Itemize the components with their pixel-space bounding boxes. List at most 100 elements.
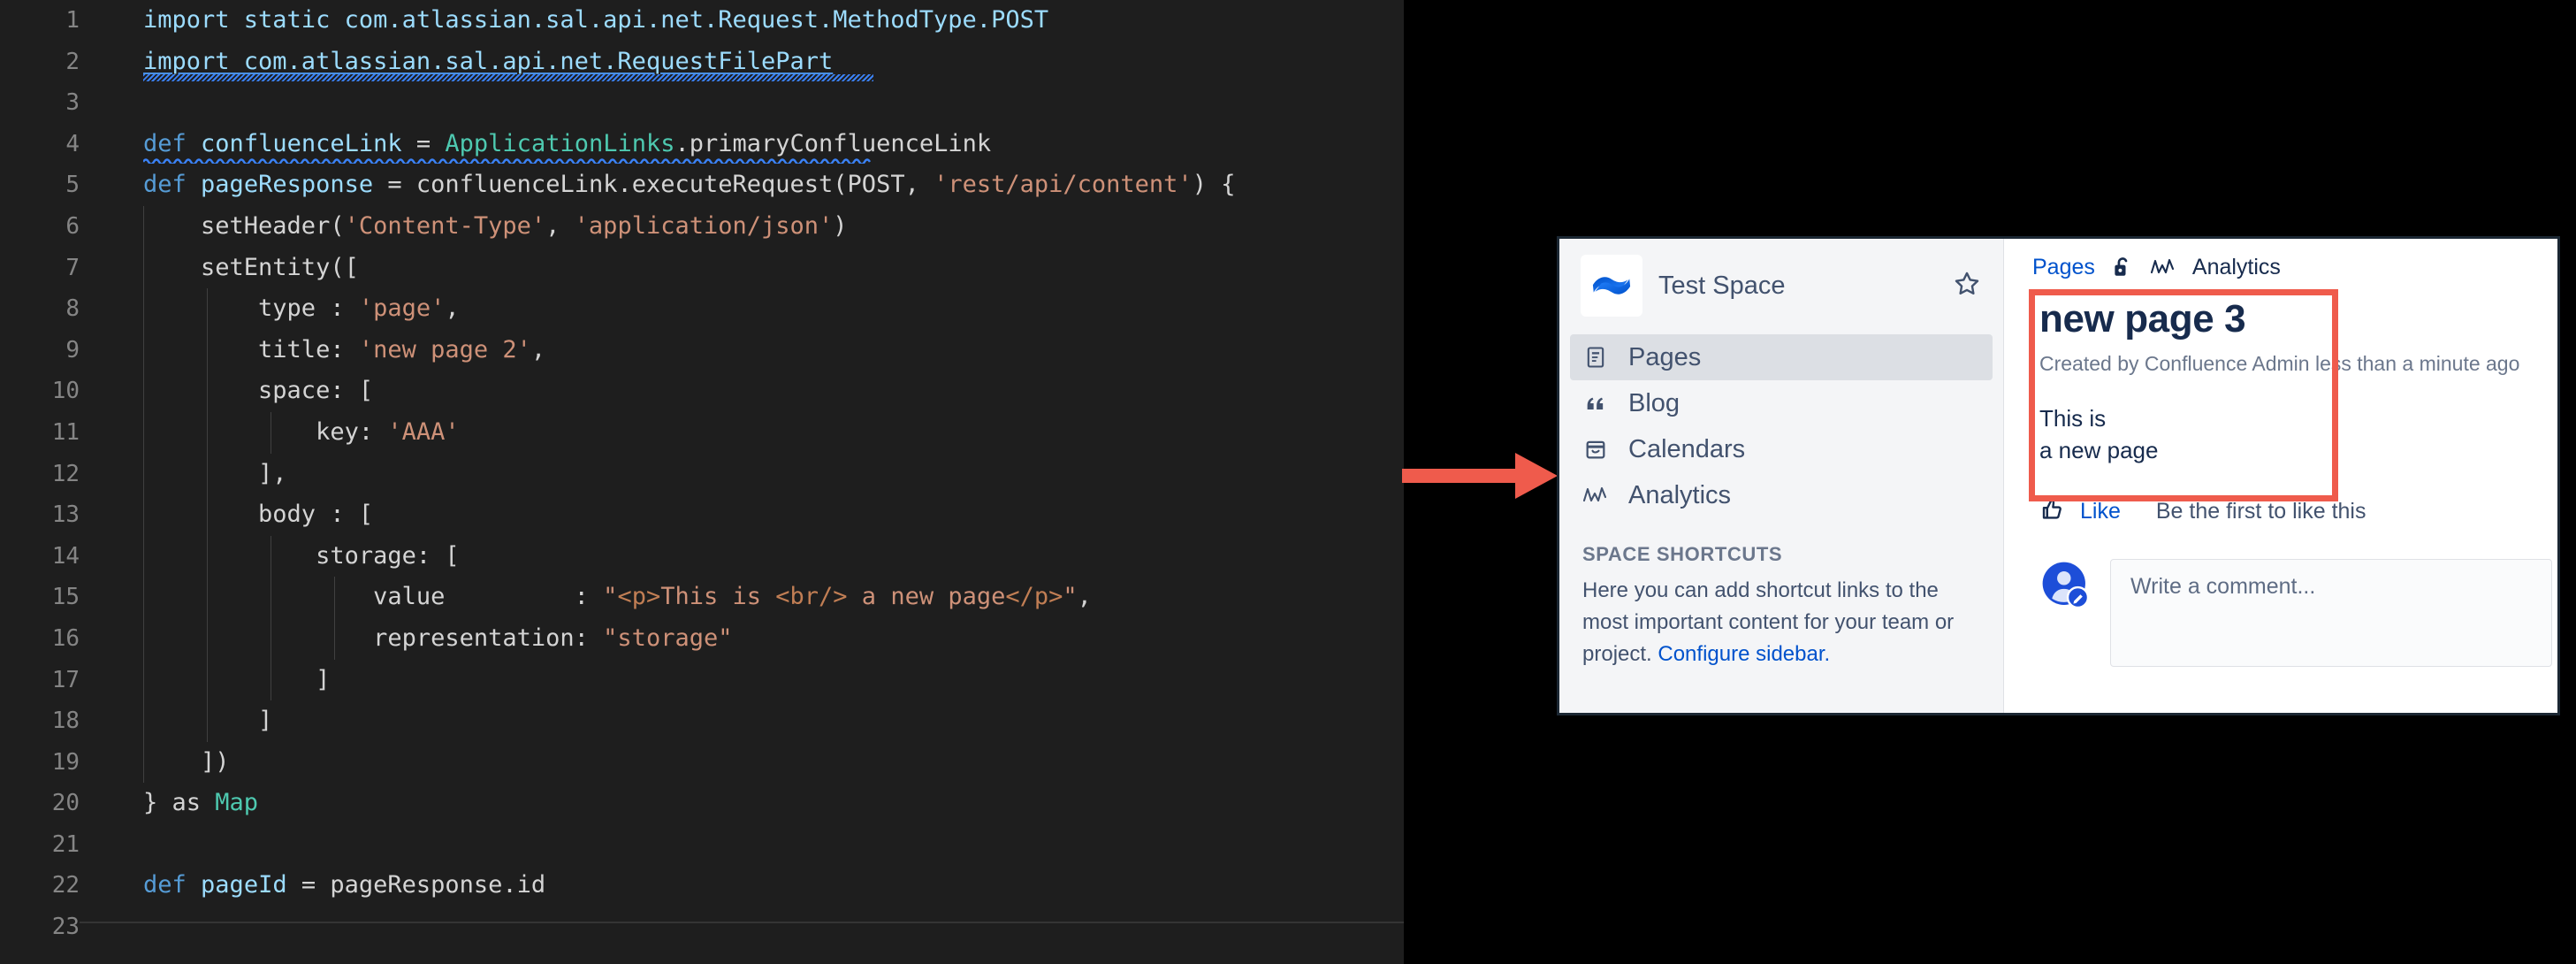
code-line-text[interactable]: } as Map [80,783,1404,824]
thumbs-up-icon[interactable] [2039,496,2066,527]
code-line-text[interactable]: body : [ [80,494,1404,536]
code-line[interactable]: 6 setHeader('Content-Type', 'application… [0,205,1404,248]
code-line-text[interactable]: ], [80,453,1404,495]
like-button-label[interactable]: Like [2080,499,2121,524]
code-editor[interactable]: 1 import static com.atlassian.sal.api.ne… [0,0,1404,964]
code-line-text[interactable]: representation: "storage" [80,617,1404,660]
code-line-text[interactable]: def confluenceLink = ApplicationLinks.pr… [80,124,1404,165]
code-line-text[interactable]: import static com.atlassian.sal.api.net.… [80,0,1404,42]
code-line-text[interactable]: def pageId = pageResponse.id [80,865,1404,907]
code-line-text[interactable]: type : 'page', [80,288,1404,330]
code-line[interactable]: 23 [0,907,1404,948]
line-number: 17 [51,666,80,693]
breadcrumb: Pages Analytics [2032,251,2557,283]
code-line-text[interactable]: key: 'AAA' [80,411,1404,454]
code-line-text[interactable]: storage: [ [80,535,1404,578]
calendar-icon [1582,436,1609,463]
code-line-text[interactable]: ]) [80,741,1404,784]
code-line[interactable]: 15 value : "<p>This is <br/> a new page<… [0,577,1404,618]
page-title: new page 3 [2039,297,2246,340]
indent-guide [207,659,208,701]
breadcrumb-analytics-link[interactable]: Analytics [2192,255,2281,280]
code-line[interactable]: 16 representation: "storage" [0,617,1404,660]
configure-sidebar-link[interactable]: Configure sidebar. [1658,642,1830,666]
comment-input[interactable]: Write a comment... [2110,559,2552,667]
indent-guide [143,494,144,536]
code-line-text[interactable]: value : "<p>This is <br/> a new page</p>… [80,577,1404,618]
line-number: 23 [51,914,80,941]
line-number: 5 [65,172,80,199]
code-line-text[interactable]: space: [ [80,371,1404,412]
line-number: 4 [65,130,80,157]
editor-active-line-divider [80,922,1404,923]
sidebar-item-analytics[interactable]: Analytics [1570,472,1993,518]
line-number: 9 [65,336,80,363]
user-avatar-edit-icon[interactable] [2039,559,2091,615]
code-line[interactable]: 8 type : 'page', [0,288,1404,330]
code-line[interactable]: 5 def pageResponse = confluenceLink.exec… [0,164,1404,206]
code-line[interactable]: 1 import static com.atlassian.sal.api.ne… [0,0,1404,42]
code-line[interactable]: 18 ] [0,700,1404,742]
sidebar-item-label: Analytics [1628,480,1732,509]
code-line-text[interactable]: title: 'new page 2', [80,329,1404,371]
analytics-icon [1582,482,1609,509]
code-line[interactable]: 12 ], [0,453,1404,495]
indent-guide [143,659,144,701]
line-number: 12 [51,460,80,487]
code-line[interactable]: 7 setEntity([ [0,247,1404,289]
code-line[interactable]: 22 def pageId = pageResponse.id [0,865,1404,907]
indent-guide [334,617,335,660]
code-line[interactable]: 21 [0,824,1404,866]
unresolved-import-text: import com.atlassian.sal.api.net.Request… [143,47,834,75]
confluence-space-logo-icon [1581,255,1642,317]
line-number: 1 [65,7,80,34]
code-line-text[interactable]: setHeader('Content-Type', 'application/j… [80,205,1404,248]
code-line[interactable]: 19 ]) [0,741,1404,784]
code-line[interactable]: 2 import com.atlassian.sal.api.net.Reque… [0,42,1404,164]
code-line[interactable]: 11 key: 'AAA' [0,411,1404,454]
sidebar-item-blog[interactable]: Blog [1570,380,1993,426]
code-line-text[interactable]: import com.atlassian.sal.api.net.Request… [80,42,1404,164]
code-line[interactable]: 10 space: [ [0,371,1404,412]
line-number: 21 [51,830,80,858]
line-number: 2 [65,48,80,75]
code-line[interactable]: 17 ] [0,659,1404,701]
indent-guide [143,329,144,371]
indent-guide [207,617,208,660]
quote-icon [1582,390,1609,417]
like-row: Like Be the first to like this [2039,496,2557,527]
code-line[interactable]: 9 title: 'new page 2', [0,329,1404,371]
line-number: 16 [51,624,80,652]
line-number: 10 [51,378,80,405]
comment-placeholder-text: Write a comment... [2130,574,2316,599]
sidebar-item-calendars[interactable]: Calendars [1570,426,1993,472]
page-body-content: This is a new page [2039,402,2557,466]
code-line[interactable]: 13 body : [ [0,494,1404,536]
line-number: 11 [51,418,80,446]
breadcrumb-pages-link[interactable]: Pages [2032,255,2095,280]
indent-guide [143,535,144,578]
error-squiggle-underline [143,74,873,164]
indent-guide [207,577,208,618]
line-number: 18 [51,708,80,735]
sidebar-item-label: Pages [1628,342,1702,371]
code-line-text[interactable]: ] [80,700,1404,742]
sidebar-item-label: Blog [1628,388,1680,417]
indent-guide [143,411,144,454]
star-outline-icon[interactable] [1952,269,1982,303]
code-line-text[interactable]: setEntity([ [80,247,1404,289]
like-count-note: Be the first to like this [2155,499,2366,524]
sidebar-item-pages[interactable]: Pages [1570,334,1993,380]
line-number: 20 [51,790,80,817]
code-line[interactable]: 14 storage: [ [0,535,1404,578]
analytics-icon[interactable] [2150,256,2176,278]
confluence-main-content: Pages Analytics new page 3 Created by Co… [2004,239,2557,713]
unlocked-padlock-icon[interactable] [2111,255,2134,279]
space-header: Test Space [1559,239,2003,329]
sidebar-nav-list: Pages Blog Calendars Analytics [1559,329,2003,518]
code-line-text[interactable]: def pageResponse = confluenceLink.execut… [80,164,1404,206]
page-body-line: a new page [2039,437,2159,463]
code-line[interactable]: 4 def confluenceLink = ApplicationLinks.… [0,124,1404,165]
code-line[interactable]: 20 } as Map [0,783,1404,824]
code-line-text[interactable]: ] [80,659,1404,701]
